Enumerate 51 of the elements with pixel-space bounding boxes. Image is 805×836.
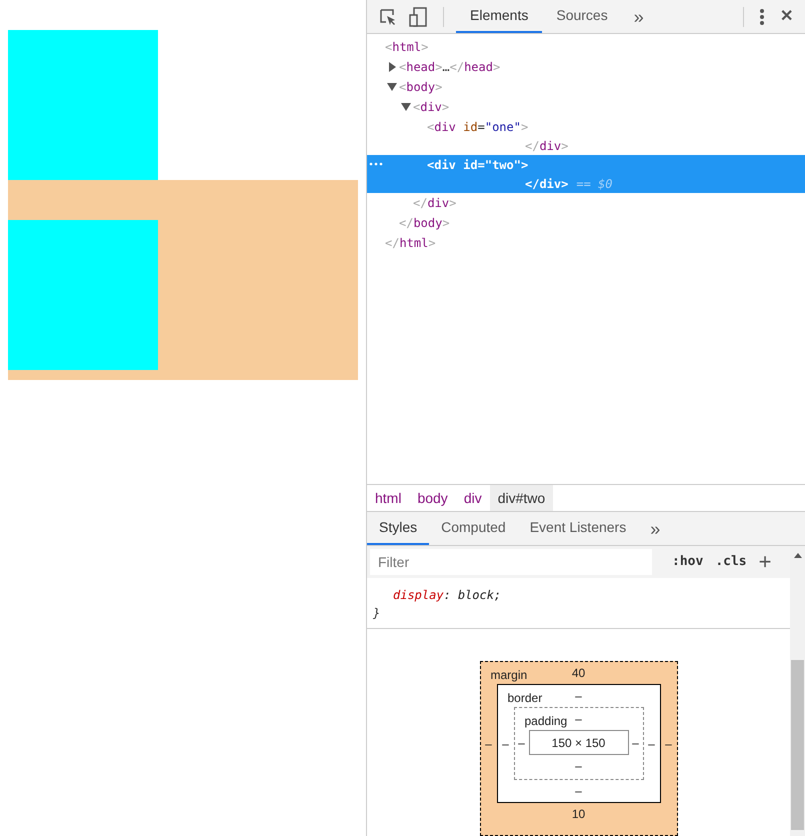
- more-options-icon[interactable]: [760, 8, 764, 24]
- panel-tab[interactable]: Elements: [456, 0, 542, 33]
- breadcrumb-link[interactable]: div: [456, 485, 490, 511]
- scroll-up-arrow-icon[interactable]: [794, 552, 802, 558]
- box-label: margin: [490, 667, 528, 684]
- html-tag-text[interactable]: <div id="one">: [427, 118, 528, 136]
- box-value: 10: [572, 806, 586, 823]
- box-value: –: [575, 783, 582, 800]
- breadcrumb-link[interactable]: body: [409, 485, 456, 511]
- more-tabs-button[interactable]: »: [638, 512, 672, 545]
- box-value: –: [575, 688, 582, 705]
- console-reference-text: == $0: [576, 176, 612, 193]
- content-box: 150 × 150: [528, 730, 628, 755]
- html-tag-text[interactable]: </div>: [525, 137, 568, 155]
- html-tag-text[interactable]: </body>: [399, 214, 450, 232]
- html-tag-text[interactable]: <body>: [399, 78, 442, 96]
- box-value: –: [575, 711, 582, 728]
- styles-tab[interactable]: Computed: [429, 512, 518, 545]
- hover-state-button[interactable]: :hov: [672, 552, 704, 572]
- html-tag-text[interactable]: <html>: [385, 38, 428, 56]
- device-icon[interactable]: [409, 6, 427, 26]
- box-value: –: [632, 734, 639, 752]
- html-tag-text[interactable]: <div>: [413, 98, 450, 116]
- panel-tab[interactable]: Sources: [542, 0, 622, 33]
- breadcrumb-link[interactable]: html: [367, 485, 410, 511]
- rule-closing-brace: }: [373, 605, 382, 622]
- new-rule-button[interactable]: +: [758, 551, 772, 573]
- class-toggle-button[interactable]: .cls: [715, 552, 747, 572]
- box-value: –: [518, 734, 525, 752]
- html-tag-text[interactable]: <head>…</head>: [399, 58, 500, 76]
- box-value: –: [502, 736, 509, 752]
- expanded-arrow-icon[interactable]: [387, 83, 397, 91]
- breadcrumb-link[interactable]: div#two: [490, 485, 554, 511]
- box-label: padding: [524, 713, 568, 730]
- box-value: 40: [572, 665, 586, 682]
- box-value: –: [485, 736, 492, 752]
- box-value: –: [575, 758, 582, 775]
- close-button[interactable]: ✕: [780, 4, 793, 28]
- collapsed-arrow-icon[interactable]: [388, 62, 397, 72]
- box-value: –: [648, 736, 655, 752]
- expanded-arrow-icon[interactable]: [401, 103, 411, 111]
- more-tabs-button[interactable]: »: [622, 0, 656, 33]
- inspect-icon[interactable]: [379, 8, 397, 26]
- box-label: border: [508, 690, 542, 707]
- filter-field[interactable]: Filter: [370, 549, 652, 575]
- styles-tab[interactable]: Event Listeners: [518, 512, 638, 545]
- box-value: –: [665, 736, 672, 752]
- html-tag-text[interactable]: </div>: [413, 194, 456, 212]
- scrollbar[interactable]: [790, 546, 805, 836]
- css-declaration: display: block;: [393, 588, 502, 602]
- html-tag-text[interactable]: </html>: [385, 234, 436, 252]
